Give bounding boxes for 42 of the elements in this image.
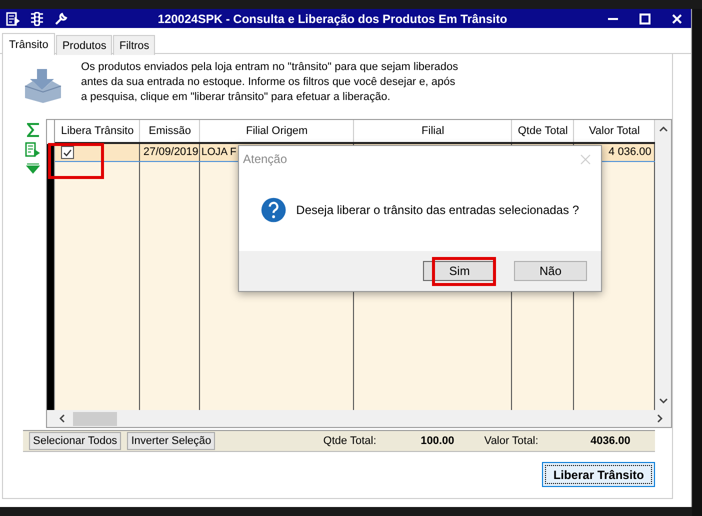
scroll-left-icon[interactable] — [59, 414, 65, 423]
dialog-message: Deseja liberar o trânsito das entradas selecionadas ? — [296, 202, 579, 216]
scroll-down-icon[interactable] — [658, 398, 668, 404]
column-header[interactable]: Qtde Total — [512, 120, 574, 142]
download-tray-icon — [23, 68, 63, 104]
scroll-up-icon[interactable] — [658, 126, 668, 132]
dialog-title: Atenção — [243, 152, 288, 166]
column-header[interactable]: Libera Trânsito — [55, 120, 140, 142]
liberar-transito-button[interactable]: Liberar Trânsito — [542, 462, 656, 487]
sum-icon[interactable] — [27, 123, 39, 137]
menu-icon[interactable] — [6, 12, 20, 26]
dialog-button[interactable]: Sim — [423, 261, 496, 281]
horizontal-scrollbar[interactable] — [47, 410, 671, 427]
qtde-total-label: Qtde Total: — [323, 435, 376, 447]
valor-total-label: Valor Total: — [484, 435, 538, 447]
tab[interactable]: Trânsito — [2, 33, 56, 55]
scroll-thumb[interactable] — [73, 412, 117, 426]
qtde-total-value: 100.00 — [420, 435, 454, 447]
window-title: 120024SPK - Consulta e Liberação dos Produtos Em Trânsito — [156, 12, 508, 26]
table-cell: 4 036.00 — [608, 146, 652, 158]
tab[interactable]: Filtros — [113, 35, 156, 55]
column-header[interactable]: Emissão — [140, 120, 200, 142]
dialog-button[interactable]: Não — [514, 261, 587, 281]
table-cell: LOJA F — [201, 146, 236, 158]
traffic-light-icon[interactable] — [30, 10, 44, 26]
tab[interactable]: Produtos — [56, 35, 112, 55]
checkbox[interactable] — [61, 146, 74, 159]
export-icon[interactable] — [25, 142, 41, 158]
wrench-icon[interactable] — [54, 12, 68, 26]
valor-total-value: 4036.00 — [590, 435, 630, 447]
vertical-scrollbar[interactable] — [655, 120, 671, 410]
maximize-icon[interactable] — [639, 12, 652, 24]
footer-button[interactable]: Selecionar Todos — [29, 432, 122, 450]
highlight-frame — [48, 143, 104, 179]
expand-down-icon[interactable] — [26, 163, 40, 175]
highlight-frame — [432, 257, 496, 286]
instructions-text: Os produtos enviados pela loja entram no "trânsito" para que sejam liberados antes da sua entrada no estoque. Informe os filtros que você desejar e, após a pesquisa, clique em "liberar trânsito" para efetuar a liberação. — [81, 60, 460, 105]
footer-button[interactable]: Inverter Seleção — [127, 432, 216, 450]
column-header[interactable]: Filial — [354, 120, 512, 142]
table-cell: 27/09/2019 — [143, 146, 198, 158]
scroll-right-icon[interactable] — [657, 414, 663, 423]
column-header[interactable]: Filial Origem — [200, 120, 354, 142]
